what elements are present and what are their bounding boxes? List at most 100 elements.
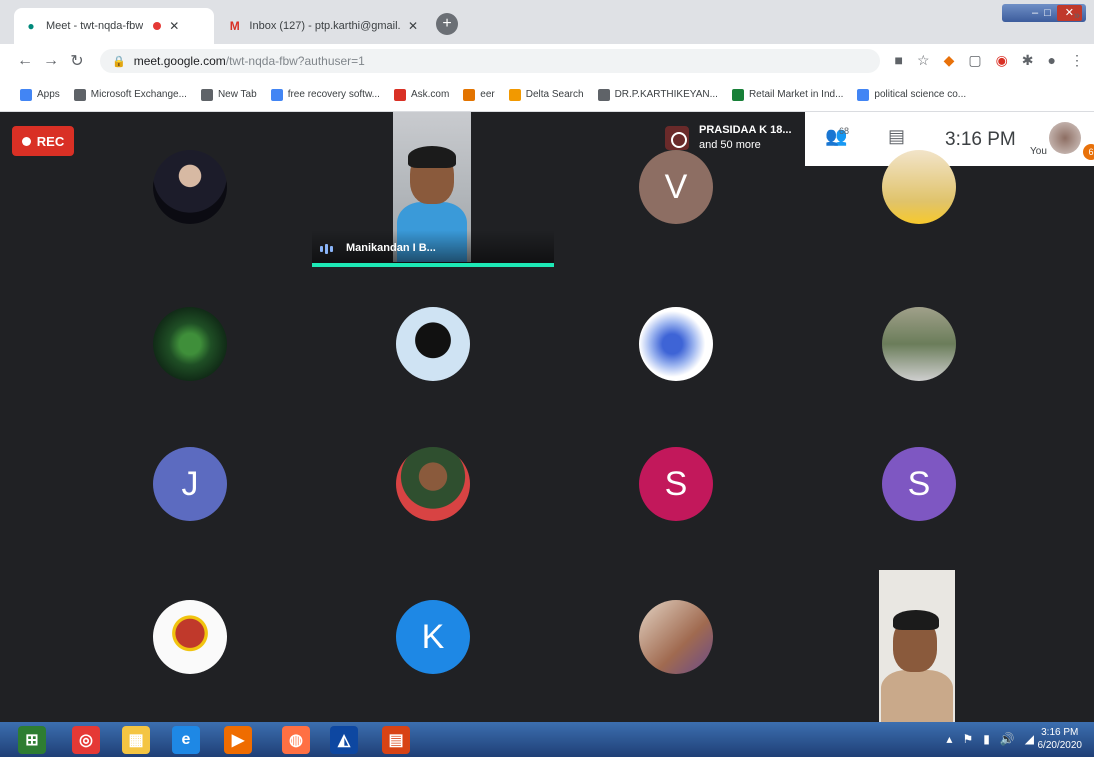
meeting-clock: 3:16 PM [945,129,1016,150]
reload-icon[interactable]: ↻ [64,51,90,71]
bookmark-item[interactable]: DR.P.KARTHIKEYAN... [597,88,718,101]
bookmark-label: New Tab [217,89,257,100]
windows-taskbar: ⊞ ◎ ▦ e ▶ ◍ ◭ ▤ ▴ ⚑ ▮ 🔊 ◢ 3:16 PM 6/20/2020 [0,722,1094,757]
bookmark-label: DR.P.KARTHIKEYAN... [614,89,718,100]
camera-icon[interactable]: ■ [895,52,903,69]
bookmark-label: free recovery softw... [287,89,380,100]
extension-icon[interactable]: ▢ [968,52,981,69]
address-bar[interactable]: 🔒 meet.google.com /twt-nqda-fbw?authuser… [100,49,880,73]
participant-video-tile[interactable] [879,570,955,722]
participant-photo-1[interactable] [153,150,227,224]
lock-icon: 🔒 [112,55,126,68]
participant-body [881,670,953,722]
back-icon[interactable]: ← [12,52,38,70]
bookmark-item[interactable]: New Tab [200,88,257,101]
taskbar-date: 6/20/2020 [1037,740,1083,751]
signal-icon[interactable]: ◢ [1025,732,1034,746]
start-orb-icon[interactable]: ⊞ [18,726,46,754]
rec-label: REC [36,133,65,149]
flag-icon[interactable]: ⚑ [962,732,973,746]
globe-icon [597,88,610,101]
bookmark-item[interactable]: free recovery softw... [270,88,380,101]
powerpoint-app-icon[interactable]: ▤ [382,726,410,754]
meet-icon: ● [27,19,35,33]
show-hidden-icon[interactable]: ▴ [946,732,952,746]
tab-meet[interactable]: ● Meet - twt-nqda-fbw ✕ [14,8,214,44]
participant-photo-5[interactable] [639,307,713,381]
extension-icons: ■ ☆ ◆ ▢ ◉ ✱ ● ⋮ [895,52,1084,69]
maximize-icon[interactable]: □ [1044,7,1051,19]
network-icon[interactable]: ▮ [983,732,990,746]
active-speaker-indicator [312,263,554,267]
tab-title: Inbox (127) - ptp.karthi@gmail... [249,20,400,32]
bookmark-item[interactable]: Retail Market in Ind... [731,88,844,101]
bookmark-item[interactable]: Ask.com [393,88,450,101]
speaker-name: Manikandan I B... [346,242,436,254]
participant-letter-avatar[interactable]: J [153,447,227,521]
bookmark-item[interactable]: Delta Search [508,88,584,101]
delta-icon [508,88,521,101]
bookmark-icon [731,88,744,101]
presenter-more: and 50 more [699,139,761,151]
bookmark-label: Ask.com [410,89,450,100]
bookmark-item[interactable]: Microsoft Exchange... [73,88,187,101]
participant-photo-6[interactable] [882,307,956,381]
more-bookmarks-icon[interactable]: » [1074,10,1080,22]
participant-photo-8[interactable] [153,600,227,674]
close-tab-icon[interactable]: ✕ [408,19,418,33]
ask-icon [393,88,406,101]
bookmark-item[interactable]: Apps [20,88,60,101]
ie-app-icon[interactable]: e [172,726,200,754]
participant-photo-9[interactable] [639,600,713,674]
browser-tab-bar: ● Meet - twt-nqda-fbw ✕ M Inbox (127) - … [0,0,1094,44]
profile-icon[interactable]: ● [1048,52,1056,69]
self-avatar[interactable] [1049,122,1081,154]
participant-letter-avatar[interactable]: S [639,447,713,521]
bookmark-item[interactable]: eer [463,88,495,101]
people-count: 68 [839,126,850,136]
puzzle-icon[interactable]: ✱ [1022,52,1034,69]
minimize-icon[interactable]: – [1032,7,1038,19]
participant-photo-3[interactable] [153,307,227,381]
menu-icon[interactable]: ⋮ [1070,52,1084,69]
vlc-app-icon[interactable]: ◭ [330,726,358,754]
firefox-app-icon[interactable]: ◍ [282,726,310,754]
bookmark-label: Retail Market in Ind... [748,89,844,100]
bookmark-icon [463,88,476,101]
globe-icon [200,88,213,101]
google-icon [270,88,283,101]
participant-letter-avatar[interactable]: S [882,447,956,521]
volume-icon[interactable]: 🔊 [1000,732,1015,746]
chrome-app-icon[interactable]: ◎ [72,726,100,754]
presenting-icon [665,126,689,150]
system-tray: ▴ ⚑ ▮ 🔊 ◢ [946,732,1034,746]
bookmark-star-icon[interactable]: ☆ [917,52,930,69]
participant-photo-7[interactable] [396,447,470,521]
globe-icon [73,88,86,101]
taskbar-time: 3:16 PM [1041,727,1079,738]
browser-toolbar: ← → ↻ 🔒 meet.google.com /twt-nqda-fbw?au… [0,44,1094,78]
extension-icon[interactable]: ◉ [996,52,1008,69]
extension-icon[interactable]: ◆ [944,52,955,69]
close-tab-icon[interactable]: ✕ [169,19,179,33]
participant-letter-avatar[interactable]: K [396,600,470,674]
presenter-name: PRASIDAA K 18... [699,124,792,136]
google-icon [857,88,870,101]
participant-letter-avatar[interactable]: V [639,150,713,224]
explorer-app-icon[interactable]: ▦ [122,726,150,754]
participant-photo-2[interactable] [882,150,956,224]
forward-icon[interactable]: → [38,52,64,70]
new-tab-button[interactable]: + [436,13,458,35]
url-path: /twt-nqda-fbw?authuser=1 [225,54,365,68]
media-app-icon[interactable]: ▶ [224,726,252,754]
tab-gmail[interactable]: M Inbox (127) - ptp.karthi@gmail... ✕ [218,8,428,44]
speaker-hair [408,146,456,168]
bookmark-label: Microsoft Exchange... [90,89,187,100]
participant-photo-4[interactable] [396,307,470,381]
chat-icon[interactable]: ▤ [888,126,905,147]
recording-badge: REC [12,126,74,156]
bookmark-item[interactable]: political science co... [857,88,967,101]
apps-icon [20,88,32,101]
taskbar-clock[interactable]: 3:16 PM 6/20/2020 [1038,726,1083,752]
bookmark-label: political science co... [874,89,967,100]
